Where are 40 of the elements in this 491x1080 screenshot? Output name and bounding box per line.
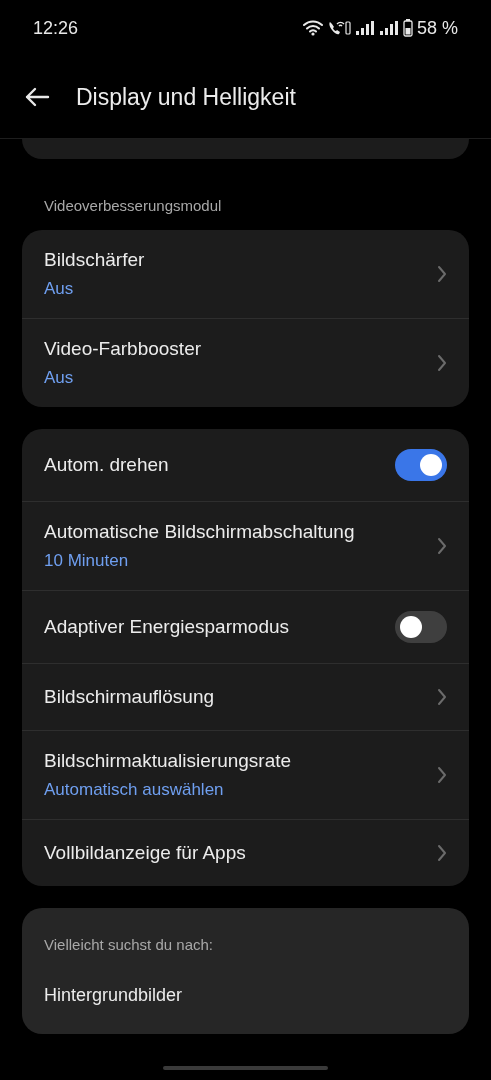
settings-row[interactable]: Automatische Bildschirmabschaltung 10 Minuten [22,501,469,590]
status-time: 12:26 [33,16,79,40]
setting-label: Bildschärfer [44,247,145,272]
page-title: Display und Helligkeit [76,82,296,112]
setting-value: Automatisch auswählen [44,778,225,801]
setting-value: Aus [44,277,75,300]
battery-icon [402,19,413,37]
settings-row[interactable]: Video-Farbbooster Aus [22,318,469,407]
chevron-icon [437,843,447,862]
chevron-icon [437,687,447,706]
toggle-switch[interactable] [395,448,447,481]
chevron-icon [437,264,447,283]
settings-row[interactable]: Bildschirmaktualisierungsrate Automatisch auswählen [22,730,469,819]
signal-icon [354,20,375,36]
toggle-switch[interactable] [395,610,447,643]
signal-icon [378,20,399,36]
setting-label: Automatische Bildschirmabschaltung [44,519,355,544]
setting-value: Aus [44,366,75,389]
section-header: Videoverbesserungsmodul [43,196,223,216]
setting-label: Vollbildanzeige für Apps [44,840,246,865]
chevron-icon [437,536,447,555]
setting-label: Video-Farbbooster [44,336,202,361]
chevron-icon [437,765,447,784]
wifi-icon [302,20,323,36]
wifi-call-icon [326,20,351,36]
chevron-icon [437,353,447,372]
back-arrow-icon[interactable] [24,87,50,107]
settings-row[interactable]: Autom. drehen [22,428,469,501]
settings-row[interactable]: Bildschirmauflösung [22,663,469,730]
suggestion-link[interactable]: Hintergrundbilder [44,982,447,1009]
setting-label: Bildschirmauflösung [44,684,215,709]
settings-row[interactable]: Adaptiver Energiesparmodus [22,590,469,663]
setting-label: Autom. drehen [44,452,169,477]
suggestions-title: Vielleicht suchst du nach: [44,934,214,955]
battery-percentage: 58 % [416,16,458,40]
setting-label: Bildschirmaktualisierungsrate [44,748,292,773]
settings-row[interactable]: Bildschärfer Aus [22,229,469,318]
setting-value: 10 Minuten [44,549,130,572]
setting-label: Adaptiver Energiesparmodus [44,614,290,639]
settings-row[interactable]: Vollbildanzeige für Apps [22,819,469,886]
